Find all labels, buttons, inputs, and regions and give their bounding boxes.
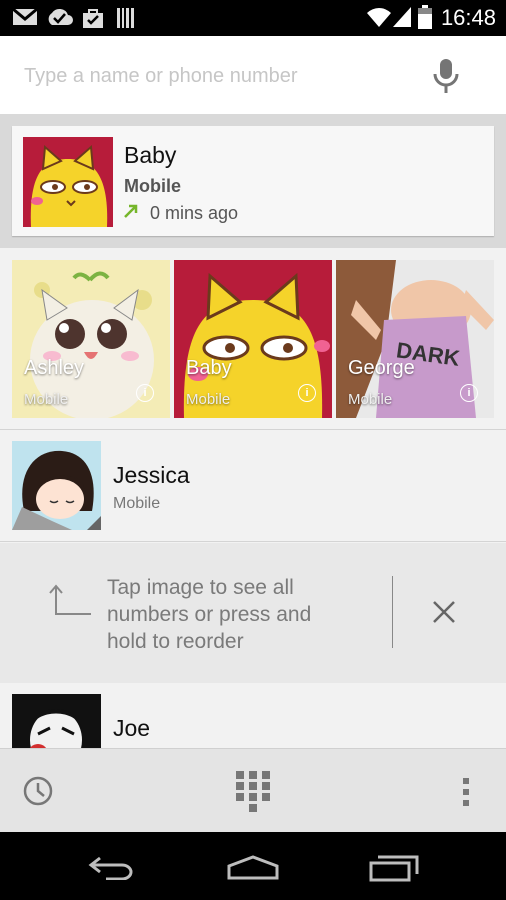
favorite-tile-george[interactable]: DARK George Mobile i <box>336 260 494 418</box>
status-bar: 16:48 <box>0 0 506 36</box>
divider <box>0 541 506 542</box>
hint-separator <box>392 576 393 648</box>
favorite-type: Mobile <box>348 391 393 408</box>
favorite-tile-ashley[interactable]: Ashley Mobile i <box>12 260 170 418</box>
clock-icon[interactable] <box>22 775 54 807</box>
contact-row-joe[interactable]: Joe <box>0 683 506 748</box>
battery-icon <box>418 5 432 29</box>
outgoing-call-icon <box>124 204 138 218</box>
recent-call-card[interactable] <box>12 126 494 236</box>
search-bar <box>0 36 506 114</box>
favorite-name: Ashley <box>24 357 85 379</box>
favorite-type: Mobile <box>186 391 231 408</box>
info-icon[interactable]: i <box>460 384 478 402</box>
contact-type: Mobile <box>113 495 161 512</box>
shopping-bag-check-icon <box>83 9 103 28</box>
info-icon[interactable]: i <box>136 384 154 402</box>
wifi-icon <box>367 8 391 27</box>
back-icon[interactable] <box>88 854 136 880</box>
reorder-hint-card: Tap image to see all numbers or press an… <box>0 543 506 683</box>
signal-icon <box>393 7 411 27</box>
avatar <box>12 694 101 748</box>
overflow-menu-icon[interactable] <box>460 777 472 807</box>
system-nav-bar <box>0 832 506 900</box>
barcode-icon <box>117 8 134 28</box>
gmail-icon <box>12 7 38 25</box>
home-icon[interactable] <box>226 854 280 880</box>
cloud-check-icon <box>48 8 73 25</box>
favorite-name: Baby <box>186 357 232 379</box>
info-icon[interactable]: i <box>298 384 316 402</box>
hint-text: Tap image to see all numbers or press an… <box>107 576 312 653</box>
search-input[interactable] <box>22 58 416 94</box>
microphone-icon[interactable] <box>432 58 460 94</box>
recent-call-type: Mobile <box>124 176 181 196</box>
favorite-name: George <box>348 357 415 379</box>
arrow-up-left-icon <box>49 584 91 615</box>
bottom-action-bar <box>0 748 506 833</box>
favorite-tile-baby[interactable]: Baby Mobile i <box>174 260 332 418</box>
contact-name: Jessica <box>113 462 190 488</box>
avatar <box>23 137 113 227</box>
recent-call-time: 0 mins ago <box>150 203 239 223</box>
contact-name: Joe <box>113 715 151 741</box>
close-icon[interactable] <box>430 598 458 626</box>
avatar <box>12 441 101 530</box>
recent-apps-icon[interactable] <box>368 854 420 882</box>
favorite-type: Mobile <box>24 391 69 408</box>
status-time: 16:48 <box>440 5 496 30</box>
contact-row-jessica[interactable]: Jessica Mobile <box>0 430 506 541</box>
dialpad-icon[interactable] <box>234 769 272 815</box>
recent-call-name: Baby <box>124 142 177 168</box>
